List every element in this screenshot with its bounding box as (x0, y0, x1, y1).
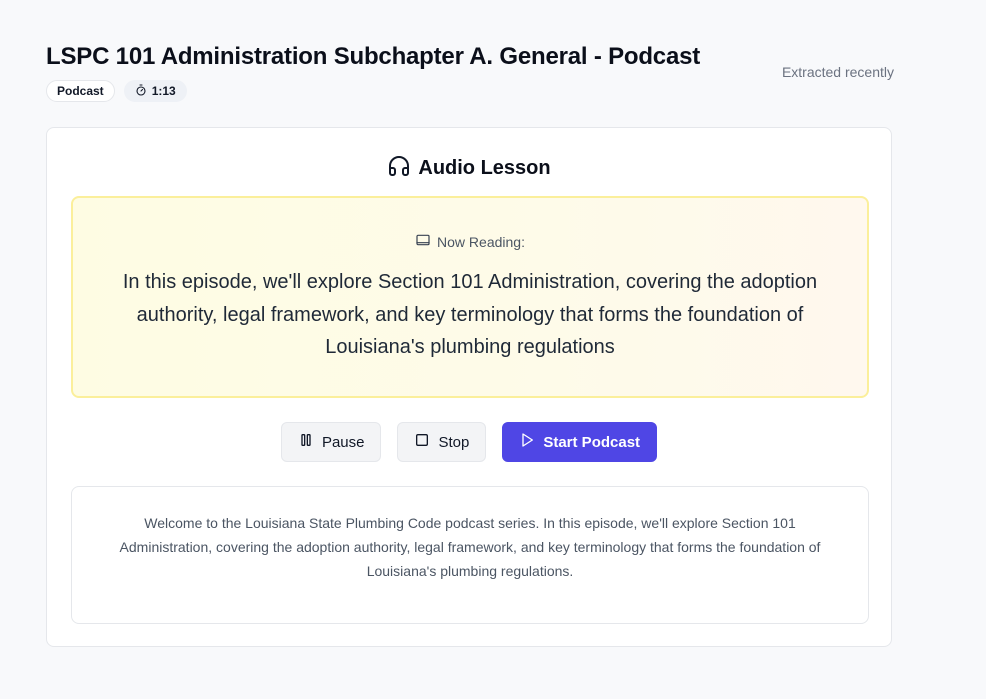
pause-button-label: Pause (321, 433, 365, 451)
transcript-text: Welcome to the Louisiana State Plumbing … (119, 515, 821, 579)
start-podcast-button[interactable]: Start Podcast (502, 422, 658, 462)
card-header: Audio Lesson (47, 154, 891, 183)
headphones-icon (387, 154, 411, 183)
extracted-status: Extracted recently (781, 64, 894, 80)
audio-lesson-card: Audio Lesson Now Reading: In this episod… (46, 127, 892, 647)
now-reading-header: Now Reading: (73, 232, 867, 251)
podcast-page: LSPC 101 Administration Subchapter A. Ge… (0, 0, 986, 699)
duration-badge: 1:13 (123, 80, 187, 102)
playback-controls: Pause Stop Start Podcast (47, 422, 891, 462)
page-header: LSPC 101 Administration Subchapter A. Ge… (46, 42, 894, 102)
duration-label: 1:13 (151, 84, 176, 98)
now-reading-label: Now Reading: (437, 233, 525, 250)
now-reading-panel: Now Reading: In this episode, we'll expl… (71, 196, 869, 398)
stop-button-label: Stop (438, 433, 470, 451)
page-title: LSPC 101 Administration Subchapter A. Ge… (46, 43, 701, 70)
play-icon (519, 432, 535, 452)
stop-icon (414, 432, 430, 452)
type-badge: Podcast (46, 80, 115, 102)
start-podcast-label: Start Podcast (543, 433, 641, 451)
now-reading-text: In this episode, we'll explore Section 1… (122, 271, 818, 358)
card-title: Audio Lesson (418, 157, 551, 179)
type-badge-label: Podcast (57, 84, 104, 98)
stop-button[interactable]: Stop (397, 422, 487, 462)
transcript-panel: Welcome to the Louisiana State Plumbing … (71, 486, 869, 624)
timer-icon (135, 83, 147, 99)
pause-icon (298, 432, 314, 452)
book-icon (415, 232, 431, 251)
badge-row: Podcast 1:13 (46, 80, 894, 102)
pause-button[interactable]: Pause (280, 422, 382, 462)
